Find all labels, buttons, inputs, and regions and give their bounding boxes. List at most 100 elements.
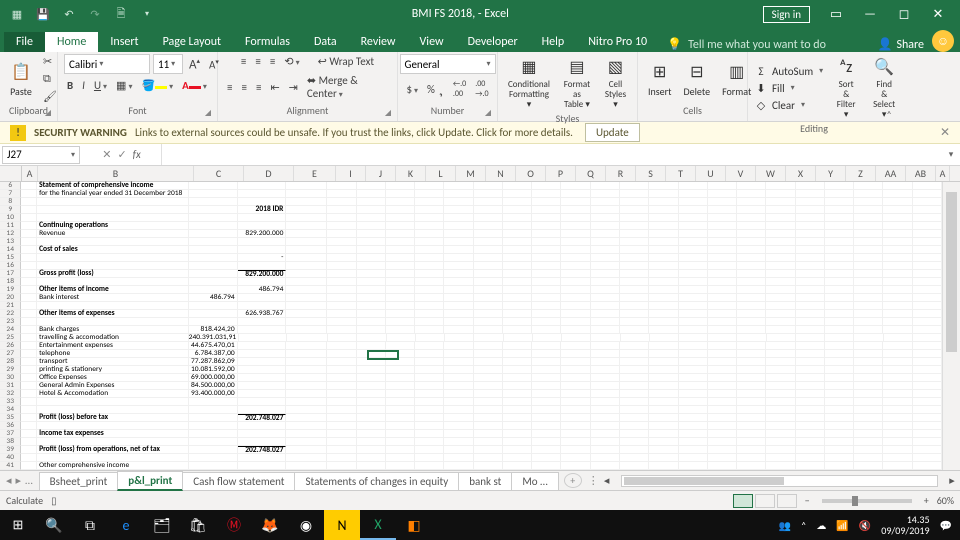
cell[interactable] — [189, 198, 238, 206]
cell[interactable] — [796, 390, 825, 398]
percent-format-icon[interactable]: % — [424, 82, 438, 97]
cell[interactable] — [591, 262, 620, 270]
cell[interactable] — [532, 430, 561, 438]
cell[interactable] — [532, 326, 561, 334]
cell[interactable] — [708, 366, 737, 374]
cell[interactable] — [474, 438, 503, 446]
grid-row[interactable]: 8 — [0, 198, 942, 206]
cell[interactable] — [854, 206, 883, 214]
feedback-icon[interactable]: ☺ — [932, 30, 954, 52]
cell[interactable] — [796, 326, 825, 334]
cell[interactable] — [503, 398, 532, 406]
zoom-thumb[interactable] — [852, 496, 858, 506]
tab-help[interactable]: Help — [530, 32, 577, 52]
cell[interactable] — [286, 382, 327, 390]
cell[interactable] — [386, 270, 415, 278]
close-button[interactable]: ✕ — [922, 2, 954, 26]
grid-row[interactable]: 21 — [0, 302, 942, 310]
taskbar-chrome-icon[interactable]: ◉ — [288, 510, 324, 540]
cell[interactable] — [854, 254, 883, 262]
cell[interactable] — [766, 358, 795, 366]
cell[interactable] — [591, 406, 620, 414]
cell[interactable] — [825, 334, 854, 342]
cell[interactable] — [474, 342, 503, 350]
cell[interactable] — [620, 358, 649, 366]
cell[interactable] — [796, 398, 825, 406]
cell[interactable] — [649, 446, 678, 454]
cell[interactable] — [415, 222, 444, 230]
cell[interactable] — [913, 254, 942, 262]
cell[interactable] — [825, 302, 854, 310]
cell[interactable] — [913, 398, 942, 406]
cell[interactable] — [474, 206, 503, 214]
cell[interactable] — [286, 366, 327, 374]
cell[interactable] — [503, 198, 532, 206]
cell[interactable] — [679, 446, 708, 454]
cell[interactable] — [561, 310, 590, 318]
cell[interactable] — [327, 270, 356, 278]
cell[interactable] — [21, 350, 37, 358]
merge-center-button[interactable]: ⬌ Merge & Center▾ — [304, 73, 391, 101]
cell[interactable] — [21, 278, 37, 286]
cell[interactable] — [679, 238, 708, 246]
cell[interactable] — [503, 414, 532, 422]
cell[interactable] — [561, 198, 590, 206]
cell[interactable] — [21, 398, 37, 406]
accounting-format-icon[interactable]: $▾ — [403, 82, 421, 97]
cell[interactable] — [708, 206, 737, 214]
grid-row[interactable]: 26Entertainment expenses44.675.470,01 — [0, 342, 942, 350]
cell[interactable] — [286, 318, 327, 326]
cell[interactable] — [286, 278, 327, 286]
cell[interactable] — [415, 214, 444, 222]
cell[interactable] — [737, 326, 766, 334]
cell[interactable] — [854, 190, 883, 198]
cell[interactable] — [708, 262, 737, 270]
cell[interactable] — [386, 422, 415, 430]
grid-row[interactable]: 14Cost of sales — [0, 246, 942, 254]
cell[interactable] — [415, 406, 444, 414]
font-name-select[interactable]: Calibri▾ — [64, 54, 150, 74]
cell[interactable] — [766, 262, 795, 270]
cell[interactable] — [766, 278, 795, 286]
cell[interactable] — [532, 286, 561, 294]
cell[interactable]: Other comprehensive income — [37, 462, 189, 470]
cell[interactable] — [189, 302, 238, 310]
col-header[interactable]: Z — [846, 166, 876, 181]
cell[interactable] — [796, 438, 825, 446]
cell[interactable] — [415, 278, 444, 286]
cell[interactable] — [913, 406, 942, 414]
cell[interactable] — [327, 358, 356, 366]
cell[interactable] — [532, 238, 561, 246]
cell[interactable] — [825, 406, 854, 414]
cell[interactable] — [825, 350, 854, 358]
cell[interactable] — [620, 270, 649, 278]
cell[interactable] — [37, 398, 189, 406]
cell[interactable] — [679, 230, 708, 238]
cell[interactable] — [357, 222, 386, 230]
cell[interactable] — [327, 446, 356, 454]
grid-row[interactable]: 16 — [0, 262, 942, 270]
cell[interactable] — [287, 334, 328, 342]
cell[interactable] — [620, 398, 649, 406]
cell[interactable] — [679, 398, 708, 406]
cell[interactable]: Revenue — [37, 230, 189, 238]
cell[interactable] — [238, 406, 287, 414]
cell[interactable] — [189, 430, 238, 438]
cell[interactable] — [621, 334, 650, 342]
cell[interactable] — [796, 190, 825, 198]
cell[interactable] — [854, 342, 883, 350]
cell[interactable] — [286, 214, 327, 222]
grid-row[interactable]: 92018 IDR — [0, 206, 942, 214]
cell[interactable] — [854, 406, 883, 414]
cell[interactable] — [328, 334, 357, 342]
cell[interactable] — [679, 206, 708, 214]
cell[interactable] — [737, 254, 766, 262]
cell[interactable] — [561, 350, 590, 358]
cell[interactable] — [796, 262, 825, 270]
cell[interactable] — [679, 262, 708, 270]
cell[interactable] — [561, 430, 590, 438]
cell[interactable] — [679, 366, 708, 374]
cell[interactable] — [357, 406, 386, 414]
cell[interactable] — [854, 238, 883, 246]
cell[interactable] — [561, 286, 590, 294]
